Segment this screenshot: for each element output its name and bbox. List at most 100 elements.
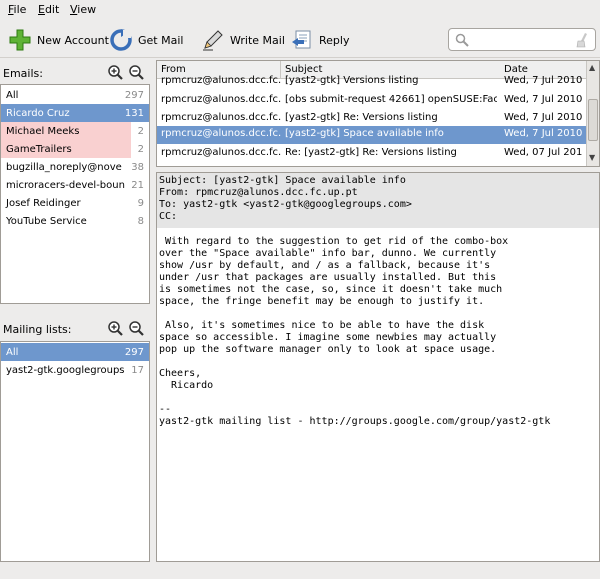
list-item-label: GameTrailers — [6, 143, 72, 155]
search-icon — [455, 33, 469, 47]
menu-view[interactable]: View — [70, 3, 96, 16]
message-date: Wed, 7 Jul 2010 — [504, 128, 583, 139]
message-subject: [obs submit-request 42661] openSUSE:Fact… — [285, 94, 497, 105]
body-line: space so accessible. I imagine some newb… — [159, 332, 497, 343]
list-item-label: yast2-gtk.googlegroups — [6, 364, 125, 376]
message-view: Subject: [yast2-gtk] Space available inf… — [156, 172, 600, 562]
list-item-count: 9 — [137, 197, 144, 209]
new-account-label: New Account — [37, 33, 109, 47]
list-item[interactable]: bugzilla_noreply@nove 38 — [1, 158, 149, 176]
reply-icon — [292, 30, 311, 49]
mailing-lists-heading: Mailing lists: — [3, 323, 72, 336]
list-item-count: 8 — [137, 215, 144, 227]
message-row[interactable]: rpmcruz@alunos.dcc.fc.u [yast2-gtk] Spac… — [157, 126, 588, 144]
status-bar — [0, 566, 600, 579]
body-line: -- — [159, 404, 172, 415]
message-subject: [yast2-gtk] Space available info — [285, 128, 444, 139]
list-item[interactable]: All 297 — [1, 343, 149, 361]
header-cc: CC: — [159, 211, 178, 222]
message-date: Wed, 7 Jul 2010 — [504, 112, 583, 123]
menu-edit-mnemonic: E — [38, 3, 45, 16]
message-date: Wed, 07 Jul 201 — [504, 147, 583, 158]
list-item-count: 17 — [131, 364, 144, 376]
message-subject: [yast2-gtk] Re: Versions listing — [285, 112, 438, 123]
message-subject: [yast2-gtk] Versions listing — [285, 75, 419, 86]
list-item-label: Michael Meeks — [6, 125, 80, 137]
list-item-label: microracers-devel-boun — [6, 179, 125, 191]
list-item[interactable]: All 297 — [1, 86, 149, 104]
plus-icon — [9, 29, 31, 51]
emails-list: All 297 Ricardo Cruz 131 Michael Meeks 2 Ga… — [0, 84, 150, 304]
message-from: rpmcruz@alunos.dcc.fc.u — [161, 112, 281, 123]
list-item-count: 297 — [124, 89, 144, 101]
list-item-label: Josef Reidinger — [6, 197, 81, 209]
refresh-icon — [110, 29, 132, 51]
emails-heading: Emails: — [3, 67, 43, 80]
message-subject: Re: [yast2-gtk] Re: Versions listing — [285, 147, 457, 158]
zoom-out-icon[interactable] — [129, 321, 144, 336]
list-item-label: All — [6, 346, 19, 358]
body-line: under /usr that packages are usually ins… — [159, 272, 497, 283]
pencil-icon — [203, 30, 223, 51]
list-item[interactable]: YouTube Service 8 — [1, 212, 149, 230]
zoom-in-icon[interactable] — [108, 65, 123, 80]
body-line: With regard to the suggestion to get rid… — [159, 236, 509, 247]
list-item-count: 297 — [124, 346, 144, 358]
scroll-up-icon[interactable]: ▲ — [589, 63, 595, 72]
body-line: yast2-gtk mailing list - http://groups.g… — [159, 416, 551, 427]
body-line: space, the fringe benefit may be enough … — [159, 296, 485, 307]
menu-edit-rest: dit — [44, 3, 60, 16]
menu-bar: File Edit View — [0, 0, 600, 20]
scrollbar-thumb[interactable] — [588, 99, 598, 141]
message-date: Wed, 7 Jul 2010 — [504, 94, 583, 105]
body-line: is sometimes not the case, so, since it … — [159, 284, 503, 295]
list-item-label: YouTube Service — [6, 215, 87, 227]
list-item[interactable]: Ricardo Cruz 131 — [1, 104, 149, 122]
list-item[interactable]: yast2-gtk.googlegroups 17 — [1, 361, 149, 379]
list-item[interactable]: Michael Meeks 2 — [1, 122, 149, 140]
write-mail-label: Write Mail — [230, 33, 285, 47]
list-item-count: 38 — [131, 161, 144, 173]
body-line: over the "Space available" info bar, dun… — [159, 248, 497, 259]
get-mail-button[interactable]: Get Mail — [109, 26, 183, 54]
list-item-count: 21 — [131, 179, 144, 191]
mailing-lists-list: All 297 yast2-gtk.googlegroups 17 — [0, 341, 150, 562]
body-line: show /usr by default, and / as a fallbac… — [159, 260, 491, 271]
get-mail-label: Get Mail — [138, 33, 184, 47]
zoom-out-icon[interactable] — [129, 65, 144, 80]
list-item-label: bugzilla_noreply@nove — [6, 161, 122, 173]
body-line: Ricardo — [159, 380, 214, 391]
reply-label: Reply — [319, 33, 350, 47]
list-item-label: All — [6, 89, 19, 101]
message-from: rpmcruz@alunos.dcc.fc.u — [161, 128, 281, 139]
message-date: Wed, 7 Jul 2010 — [504, 75, 583, 86]
reply-button[interactable]: Reply — [290, 26, 349, 54]
clear-icon[interactable] — [575, 32, 589, 48]
list-item[interactable]: Josef Reidinger 9 — [1, 194, 149, 212]
zoom-in-icon[interactable] — [108, 321, 123, 336]
message-from: rpmcruz@alunos.dcc.fc.u — [161, 94, 281, 105]
message-from: rpmcruz@alunos.dcc.fc.u — [161, 147, 281, 158]
menu-edit[interactable]: Edit — [38, 3, 59, 16]
body-line: pop up the software manager only to look… — [159, 344, 497, 355]
message-row[interactable]: rpmcruz@alunos.dcc.fc.u [yast2-gtk] Vers… — [157, 73, 588, 91]
list-item-count: 2 — [137, 143, 144, 155]
scroll-down-icon[interactable]: ▼ — [589, 153, 595, 162]
header-from: From: rpmcruz@alunos.dcc.fc.up.pt — [159, 187, 358, 198]
list-item[interactable]: microracers-devel-boun 21 — [1, 176, 149, 194]
message-row[interactable]: rpmcruz@alunos.dcc.fc.u Re: [yast2-gtk] … — [157, 145, 588, 163]
message-list-scrollbar[interactable]: ▲ ▼ — [586, 61, 599, 166]
menu-view-rest: iew — [77, 3, 97, 16]
header-subject: Subject: [yast2-gtk] Space available inf… — [159, 175, 406, 186]
write-mail-button[interactable]: Write Mail — [201, 26, 285, 54]
new-account-button[interactable]: New Account — [8, 26, 109, 54]
search-input[interactable] — [448, 28, 596, 51]
body-line: Also, it's sometimes nice to be able to … — [159, 320, 485, 331]
menu-file[interactable]: File — [8, 3, 26, 16]
list-item-count: 2 — [137, 125, 144, 137]
message-list: From Subject Date rpmcruz@alunos.dcc.fc.… — [156, 60, 600, 167]
list-item-count: 131 — [124, 107, 144, 119]
list-item[interactable]: GameTrailers 2 — [1, 140, 149, 158]
header-to: To: yast2-gtk <yast2-gtk@googlegroups.co… — [159, 199, 412, 210]
message-row[interactable]: rpmcruz@alunos.dcc.fc.u [obs submit-requ… — [157, 92, 588, 110]
